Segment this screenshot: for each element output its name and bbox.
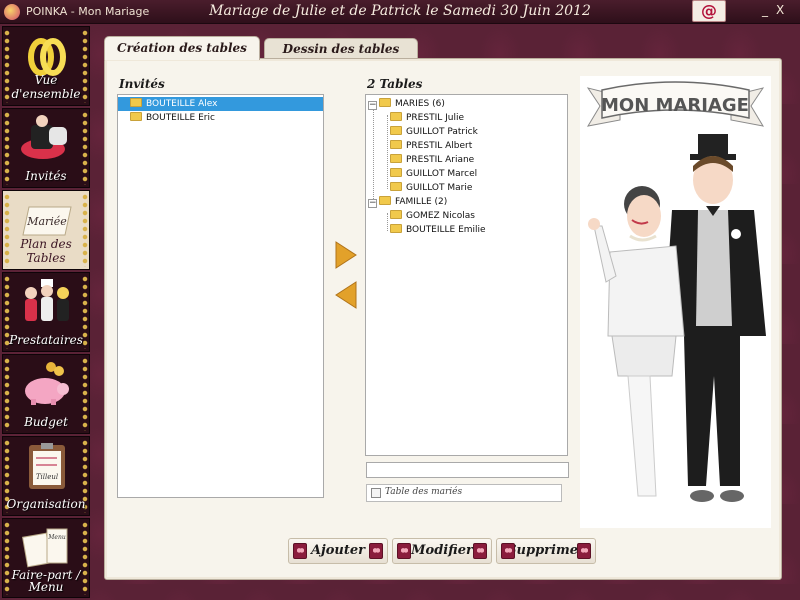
head-table-option[interactable]: Table des mariés <box>366 484 562 502</box>
guests-list[interactable]: BOUTEILLE Alex BOUTEILLE Eric <box>117 94 324 498</box>
wedding-illustration: MON MARIAGE <box>580 76 771 528</box>
table-name-field[interactable] <box>366 462 569 478</box>
sidebar-item-label: Faire-part / Menu <box>11 568 81 594</box>
sidebar-item-label: Vue d'ensemble <box>11 73 81 101</box>
svg-text:Menu: Menu <box>47 534 66 541</box>
sidebar-item-label: Plan des Tables <box>20 237 72 265</box>
sidebar-item-invitations[interactable]: Menu Faire-part / Menu <box>2 518 90 598</box>
sidebar-item-overview[interactable]: Vue d'ensemble <box>2 26 90 106</box>
sidebar-item-label: Organisation <box>6 497 86 511</box>
guests-title: Invités <box>119 77 165 91</box>
table-member-row[interactable]: PRESTIL Julie <box>390 111 464 125</box>
tab-table-creation[interactable]: Création des tables <box>104 36 260 60</box>
table-member-row[interactable]: PRESTIL Ariane <box>390 153 474 167</box>
bride-groom-image: MON MARIAGE <box>586 81 766 502</box>
table-member-row[interactable]: GUILLOT Patrick <box>390 125 478 139</box>
folder-icon <box>390 112 402 121</box>
table-member-row[interactable]: GOMEZ Nicolas <box>390 209 475 223</box>
folder-icon <box>130 98 142 107</box>
sidebar-item-organisation[interactable]: Tilleul Organisation <box>2 436 90 516</box>
add-button[interactable]: Ajouter <box>288 538 388 564</box>
sidebar-item-label: Budget <box>24 415 68 429</box>
head-table-label: Table des mariés <box>385 487 463 497</box>
invitation-icon: Menu <box>21 528 68 568</box>
table-member-row[interactable]: PRESTIL Albert <box>390 139 472 153</box>
table-group-row[interactable]: − MARIES (6) <box>368 97 445 111</box>
sidebar-item-guests[interactable]: Invités <box>2 108 90 188</box>
collapse-icon[interactable]: − <box>368 101 377 110</box>
table-member-row[interactable]: GUILLOT Marcel <box>390 167 477 181</box>
piggy-bank-icon <box>25 362 69 405</box>
delete-button[interactable]: Supprimer <box>496 538 596 564</box>
folder-icon <box>390 140 402 149</box>
sidebar-item-vendors[interactable]: Prestataires <box>2 272 90 352</box>
vendors-icon <box>25 279 69 321</box>
banner-text: MON MARIAGE <box>601 95 749 116</box>
head-table-checkbox[interactable] <box>371 488 381 498</box>
couple-icon <box>21 115 67 159</box>
heart-badge-icon <box>577 543 591 559</box>
window-title: Mariage de Julie et de Patrick le Samedi… <box>209 3 591 19</box>
tables-title: 2 Tables <box>367 77 423 91</box>
svg-text:Mariée: Mariée <box>26 215 67 228</box>
heart-badge-icon <box>501 543 515 559</box>
clipboard-icon: Tilleul <box>29 443 65 489</box>
sidebar-item-table-plan[interactable]: Mariée Plan des Tables <box>2 190 90 270</box>
svg-text:Tilleul: Tilleul <box>36 473 58 481</box>
sidebar-item-label: Invités <box>25 169 67 183</box>
folder-icon <box>130 112 142 121</box>
table-member-row[interactable]: BOUTEILLE Emilie <box>390 223 486 237</box>
folder-icon <box>379 98 391 107</box>
heart-badge-icon <box>473 543 487 559</box>
folder-icon <box>390 210 402 219</box>
heart-badge-icon <box>369 543 383 559</box>
minimize-button[interactable]: _ <box>762 3 768 17</box>
tables-tree[interactable]: − MARIES (6) PRESTIL Julie GUILLOT Patric… <box>365 94 568 456</box>
list-item[interactable]: BOUTEILLE Eric <box>118 111 323 125</box>
edit-button[interactable]: Modifier <box>392 538 492 564</box>
sidebar-item-budget[interactable]: Budget <box>2 354 90 434</box>
list-item[interactable]: BOUTEILLE Alex <box>118 97 323 111</box>
folder-icon <box>390 168 402 177</box>
folder-icon <box>390 126 402 135</box>
move-right-button[interactable] <box>334 240 358 270</box>
sidebar: Vue d'ensemble Invités Mariée Plan des T… <box>0 24 92 600</box>
folder-icon <box>390 182 402 191</box>
mail-icon[interactable]: @ <box>692 0 726 22</box>
collapse-icon[interactable]: − <box>368 199 377 208</box>
title-bar: POINKA - Mon Mariage Mariage de Julie et… <box>0 0 800 24</box>
table-group-row[interactable]: − FAMILLE (2) <box>368 195 447 209</box>
folder-icon <box>379 196 391 205</box>
sidebar-item-label: Prestataires <box>9 333 83 347</box>
heart-badge-icon <box>293 543 307 559</box>
heart-badge-icon <box>397 543 411 559</box>
close-button[interactable]: X <box>776 3 784 17</box>
move-left-button[interactable] <box>334 280 358 310</box>
folder-icon <box>390 154 402 163</box>
table-member-row[interactable]: GUILLOT Marie <box>390 181 472 195</box>
tab-table-drawing[interactable]: Dessin des tables <box>264 38 418 58</box>
folder-icon <box>390 224 402 233</box>
